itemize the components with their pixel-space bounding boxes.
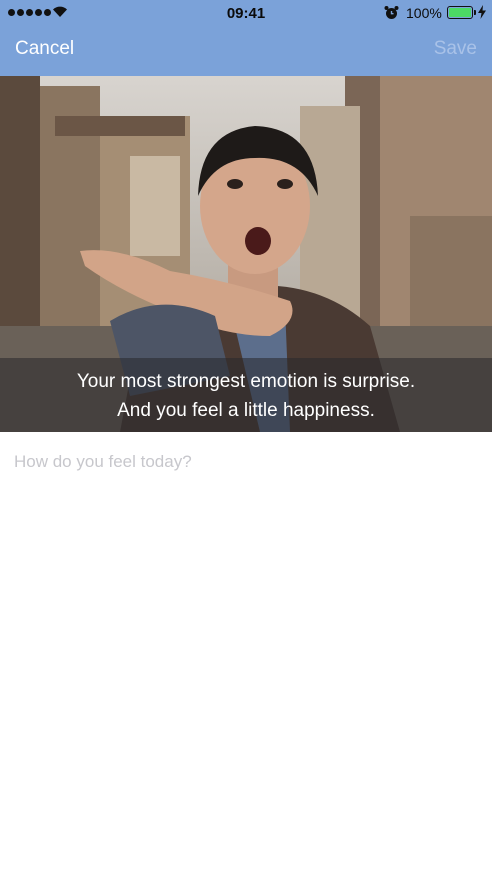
caption-line-2: And you feel a little happiness. [117, 400, 375, 421]
battery-icon [447, 6, 476, 19]
save-button[interactable]: Save [434, 38, 477, 60]
alarm-icon [384, 6, 399, 19]
status-bar: 09:41 100% [0, 0, 492, 26]
feeling-text-input[interactable] [14, 452, 478, 852]
navigation-bar: 09:41 100% Cancel Save [0, 0, 492, 76]
emotion-caption: Your most strongest emotion is surprise.… [0, 358, 492, 432]
caption-line-1: Your most strongest emotion is surprise. [76, 371, 416, 392]
battery-percentage: 100% [406, 5, 442, 21]
cancel-button[interactable]: Cancel [15, 38, 74, 60]
charging-bolt-icon [478, 5, 486, 19]
journal-entry-area [0, 432, 492, 873]
